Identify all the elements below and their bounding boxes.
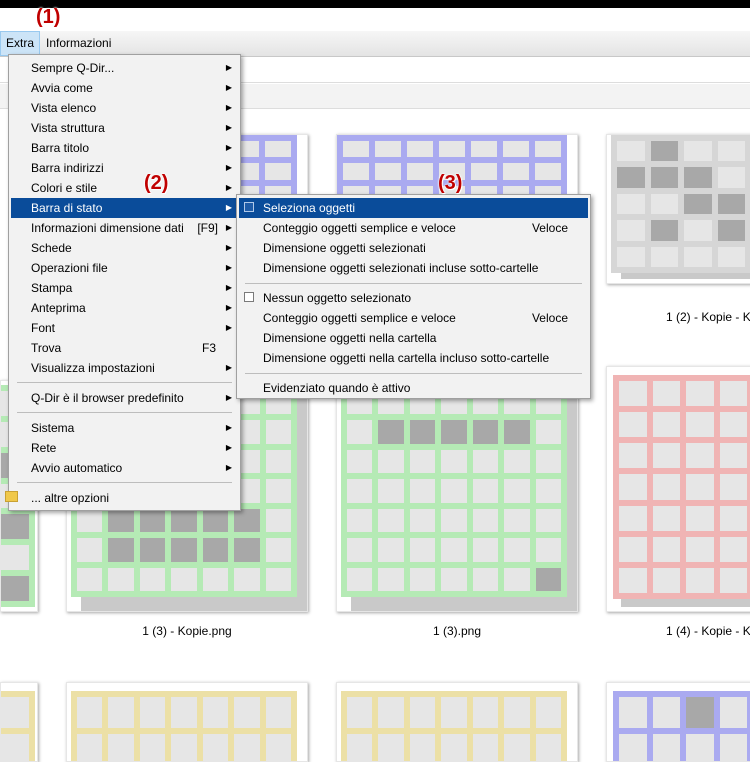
thumbnail-caption: 1 (2) - Kopie - Ko [666, 310, 750, 324]
annotation-1: (1) [36, 6, 61, 28]
menu-item-operazioni-file[interactable]: Operazioni file ▶ [11, 258, 238, 278]
submenu-item-dimensione-selezionati-sottocartelle[interactable]: Dimensione oggetti selezionati incluse s… [239, 258, 588, 278]
image-grid [71, 691, 297, 761]
extra-menu: Sempre Q-Dir... ▶ Avvia come ▶ Vista elenc… [5, 54, 241, 511]
thumbnail-yellow-center-left[interactable] [66, 682, 308, 762]
submenu-item-nessun-oggetto[interactable]: Nessun oggetto selezionato [239, 288, 588, 308]
menu-item-colori-e-stile[interactable]: Colori e stile ▶ [11, 178, 238, 198]
thumbnail-caption: 1 (3) - Kopie.png [142, 624, 232, 638]
image-grid [613, 375, 750, 599]
menu-separator [17, 412, 232, 413]
menu-separator [245, 373, 582, 374]
submenu-item-dimensione-cartella-sottocartelle[interactable]: Dimensione oggetti nella cartella inclus… [239, 348, 588, 368]
menu-item-font[interactable]: Font ▶ [11, 318, 238, 338]
folder-icon [5, 491, 18, 502]
menu-item-barra-titolo[interactable]: Barra titolo ▶ [11, 138, 238, 158]
thumbnail-caption: 1 (3).png [432, 624, 482, 638]
menu-item-browser-predefinito[interactable]: Q-Dir è il browser predefinito ▶ [11, 388, 238, 408]
menu-item-anteprima[interactable]: Anteprima ▶ [11, 298, 238, 318]
menu-separator [17, 482, 232, 483]
annotation-2: (2) [144, 172, 169, 194]
checkbox-icon [244, 292, 254, 302]
menu-item-vista-elenco[interactable]: Vista elenco ▶ [11, 98, 238, 118]
annotation-3: (3) [438, 172, 463, 194]
submenu-item-conteggio-semplice[interactable]: Conteggio oggetti semplice e veloce Veloc… [239, 218, 588, 238]
menu-extra[interactable]: Extra [0, 31, 40, 56]
menu-separator [17, 382, 232, 383]
submenu-item-evidenziato[interactable]: Evidenziato quando è attivo [239, 378, 588, 398]
thumbnail-caption: 1 (4) - Kopie - Ko [666, 624, 750, 638]
submenu-item-seleziona-oggetti[interactable]: Seleziona oggetti [239, 198, 588, 218]
thumbnail-red-right[interactable] [606, 366, 750, 612]
submenu-item-conteggio-semplice-2[interactable]: Conteggio oggetti semplice e veloce Veloc… [239, 308, 588, 328]
menu-item-schede[interactable]: Schede ▶ [11, 238, 238, 258]
menu-item-altre-opzioni[interactable]: ... altre opzioni [5, 488, 238, 508]
menu-item-trova[interactable]: Trova F3 [11, 338, 238, 358]
thumbnail-gray-top-right[interactable] [606, 134, 750, 284]
checkbox-icon [244, 202, 254, 212]
menu-item-informazioni-dimensione-dati[interactable]: Informazioni dimensione dati [F9] ▶ [11, 218, 238, 238]
thumbnail-blue-bottom-right[interactable] [606, 682, 750, 762]
window-top-edge [0, 0, 750, 8]
menu-informazioni[interactable]: Informazioni [41, 31, 116, 56]
menu-separator [245, 283, 582, 284]
image-grid [613, 691, 750, 761]
menu-item-barra-indirizzi[interactable]: Barra indirizzi ▶ [11, 158, 238, 178]
menu-item-avvio-automatico[interactable]: Avvio automatico ▶ [11, 458, 238, 478]
menu-item-stampa[interactable]: Stampa ▶ [11, 278, 238, 298]
menu-item-barra-di-stato[interactable]: Barra di stato ▶ [11, 198, 238, 218]
submenu-item-dimensione-selezionati[interactable]: Dimensione oggetti selezionati [239, 238, 588, 258]
image-grid [611, 135, 750, 273]
menu-item-vista-struttura[interactable]: Vista struttura ▶ [11, 118, 238, 138]
status-bar-submenu: Seleziona oggetti Conteggio oggetti semp… [236, 194, 591, 399]
menu-item-sempre-qdir[interactable]: Sempre Q-Dir... ▶ [11, 58, 238, 78]
menu-item-rete[interactable]: Rete ▶ [11, 438, 238, 458]
menu-item-sistema[interactable]: Sistema ▶ [11, 418, 238, 438]
menu-item-visualizza-impostazioni[interactable]: Visualizza impostazioni ▶ [11, 358, 238, 378]
image-grid [341, 385, 567, 597]
thumbnail-yellow-left-partial[interactable] [0, 682, 38, 762]
thumbnail-green-center[interactable] [336, 380, 578, 612]
thumbnail-yellow-center[interactable] [336, 682, 578, 762]
submenu-item-dimensione-cartella[interactable]: Dimensione oggetti nella cartella [239, 328, 588, 348]
menu-item-avvia-come[interactable]: Avvia come ▶ [11, 78, 238, 98]
image-grid [1, 691, 35, 761]
image-grid [341, 691, 567, 761]
